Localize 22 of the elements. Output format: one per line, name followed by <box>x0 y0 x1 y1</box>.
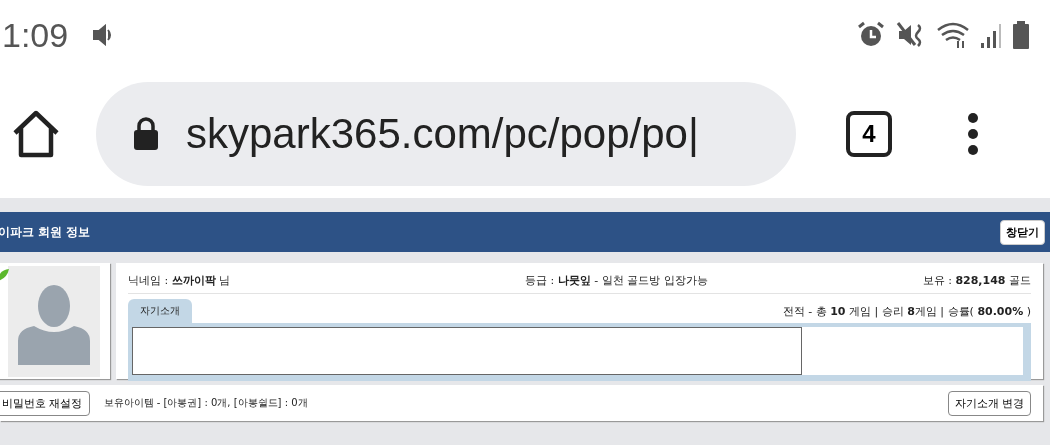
grade-text: 등급 : 나뭇잎 - 일천 골드방 입장가능 <box>525 273 708 288</box>
alarm-icon <box>856 21 886 49</box>
close-button[interactable]: 창닫기 <box>1000 219 1045 245</box>
balance-text: 보유 : 828,148 골드 <box>922 273 1031 288</box>
edit-intro-button[interactable]: 자기소개 변경 <box>947 390 1031 416</box>
nickname-text: 닉네임 : 쓰까이팍 님 <box>128 273 231 288</box>
avatar-icon <box>8 265 100 377</box>
wifi-icon <box>936 21 970 49</box>
items-text: 보유아이템 - [아봉권] : 0개, [아봉쉴드] : 0개 <box>103 396 308 410</box>
status-time: 1:09 <box>2 15 69 55</box>
tab-count-button[interactable]: 4 <box>846 111 892 157</box>
url-text: skypark365.com/pc/pop/po| <box>186 110 699 158</box>
intro-tab[interactable]: 자기소개 <box>128 299 192 323</box>
battery-icon <box>1012 20 1030 50</box>
menu-icon[interactable] <box>966 110 980 158</box>
address-bar[interactable]: skypark365.com/pc/pop/po| <box>96 82 796 186</box>
leaf-icon <box>0 268 9 282</box>
record-text: 전적 - 총 10 게임 | 승리 8게임 | 승률( 80.00% ) <box>782 304 1031 320</box>
reset-password-button[interactable]: 비밀번호 재설정 <box>0 390 90 416</box>
intro-field[interactable] <box>132 327 802 375</box>
signal-icon <box>980 21 1002 49</box>
lock-icon <box>132 117 160 151</box>
